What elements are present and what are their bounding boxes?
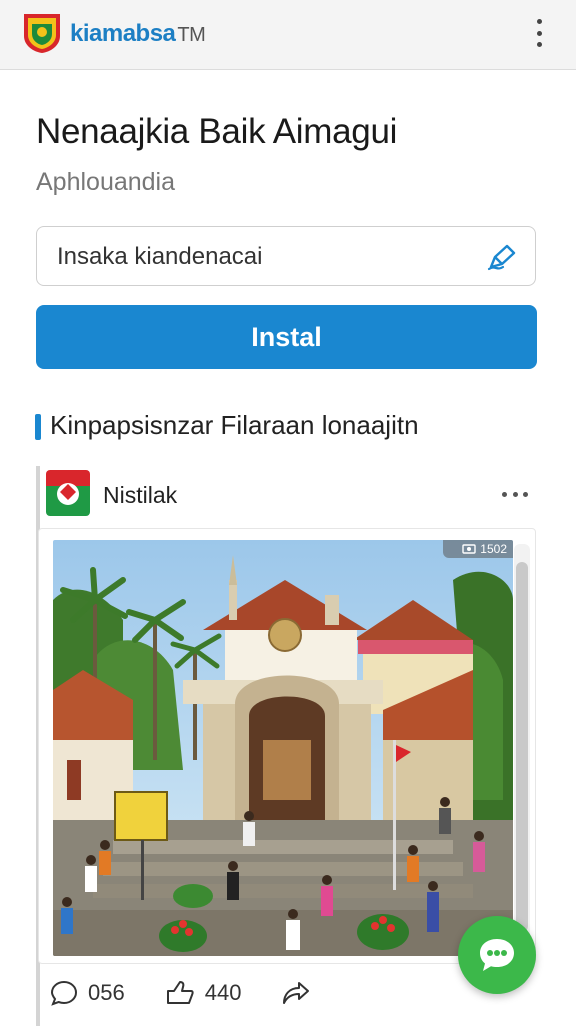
- app-logo[interactable]: [22, 12, 62, 54]
- comment-button[interactable]: 056: [50, 979, 125, 1007]
- like-count: 440: [204, 980, 242, 1005]
- post-actions: 056 440: [50, 976, 351, 1010]
- comment-icon: [50, 980, 78, 1006]
- image-count-icon: [462, 544, 476, 554]
- comment-count: 056: [88, 980, 125, 1005]
- app-bar: kiamabsa TM: [0, 0, 576, 70]
- share-button[interactable]: [281, 980, 311, 1006]
- image-badge-count: 1502: [480, 542, 507, 556]
- section-accent-bar: [35, 414, 41, 440]
- chat-bubble-icon: [480, 939, 514, 971]
- post-author[interactable]: Nistilak: [103, 482, 177, 509]
- like-icon: [166, 981, 194, 1004]
- edit-pen-icon[interactable]: [485, 241, 519, 273]
- like-button[interactable]: 440: [165, 979, 242, 1007]
- author-avatar[interactable]: [46, 470, 90, 516]
- chat-fab-button[interactable]: [458, 916, 536, 994]
- image-scrollbar-thumb[interactable]: [516, 562, 528, 932]
- section-title: Kinpapsisnzar Filaraan lonaajitn: [50, 410, 419, 440]
- post-more-icon[interactable]: [502, 484, 528, 504]
- search-field[interactable]: [36, 226, 536, 286]
- page-title: Nenaajkia Baik Aimagui: [36, 112, 398, 151]
- brand-name: kiamabsa TM: [70, 20, 206, 47]
- install-button[interactable]: Instal: [36, 305, 537, 369]
- overflow-menu-icon[interactable]: [528, 16, 550, 50]
- image-badge: 1502: [443, 540, 513, 558]
- share-icon: [283, 982, 310, 1004]
- search-input[interactable]: [57, 237, 477, 277]
- post-image[interactable]: [53, 540, 513, 956]
- page-subtitle: Aphlouandia: [36, 168, 176, 196]
